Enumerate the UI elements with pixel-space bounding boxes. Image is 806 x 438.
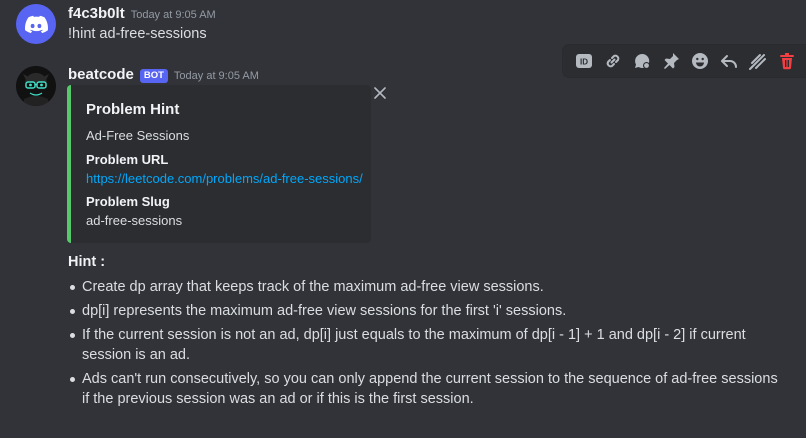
- embed-field-name: Problem URL: [86, 152, 169, 167]
- embed-dismiss-button[interactable]: [373, 86, 387, 100]
- thread-icon: [634, 53, 650, 69]
- timestamp: Today at 9:05 AM: [173, 70, 259, 82]
- embed-title: Problem Hint: [86, 101, 180, 118]
- timestamp: Today at 9:05 AM: [130, 9, 216, 21]
- pin-button[interactable]: [656, 47, 685, 75]
- trash-icon: [779, 53, 794, 70]
- bot-avatar-icon: [16, 66, 56, 106]
- avatar[interactable]: [16, 66, 56, 106]
- embed-field-value: ad-free-sessions: [86, 213, 183, 228]
- problem-url-link[interactable]: https://leetcode.com/problems/ad-free-se…: [86, 171, 363, 186]
- avatar[interactable]: [16, 4, 56, 44]
- discord-logo-icon: [25, 15, 49, 34]
- copy-link-button[interactable]: [598, 47, 627, 75]
- list-item: If the current session is not an ad, dp[…: [68, 325, 788, 365]
- bot-badge: BOT: [139, 69, 168, 83]
- pin-icon: [663, 53, 679, 69]
- close-icon: [374, 87, 386, 99]
- embed-description: Ad-Free Sessions: [86, 128, 190, 143]
- message-toolbar: ID: [563, 45, 806, 77]
- create-thread-button[interactable]: [627, 47, 656, 75]
- message-text: !hint ad-free-sessions: [68, 26, 207, 42]
- link-icon: [606, 54, 619, 68]
- svg-text:ID: ID: [580, 58, 588, 67]
- hint-heading: Hint :: [68, 254, 106, 270]
- embed: Problem Hint Ad-Free Sessions Problem UR…: [67, 85, 371, 243]
- add-reaction-button[interactable]: [685, 47, 714, 75]
- list-item: dp[i] represents the maximum ad-free vie…: [68, 301, 788, 321]
- emoji-icon: [691, 53, 708, 69]
- hint-list: Create dp array that keeps track of the …: [68, 277, 788, 413]
- username[interactable]: beatcode: [68, 66, 134, 83]
- username[interactable]: f4c3b0lt: [68, 5, 125, 22]
- mark-unread-icon: [748, 54, 766, 70]
- copy-id-button[interactable]: ID: [569, 47, 598, 75]
- list-item: Ads can't run consecutively, so you can …: [68, 369, 788, 409]
- list-item: Create dp array that keeps track of the …: [68, 277, 788, 297]
- mark-unread-button[interactable]: [743, 47, 772, 75]
- delete-button[interactable]: [772, 47, 801, 75]
- id-icon: ID: [575, 54, 592, 68]
- reply-button[interactable]: [714, 47, 743, 75]
- reply-icon: [720, 55, 737, 68]
- embed-field-name: Problem Slug: [86, 194, 170, 209]
